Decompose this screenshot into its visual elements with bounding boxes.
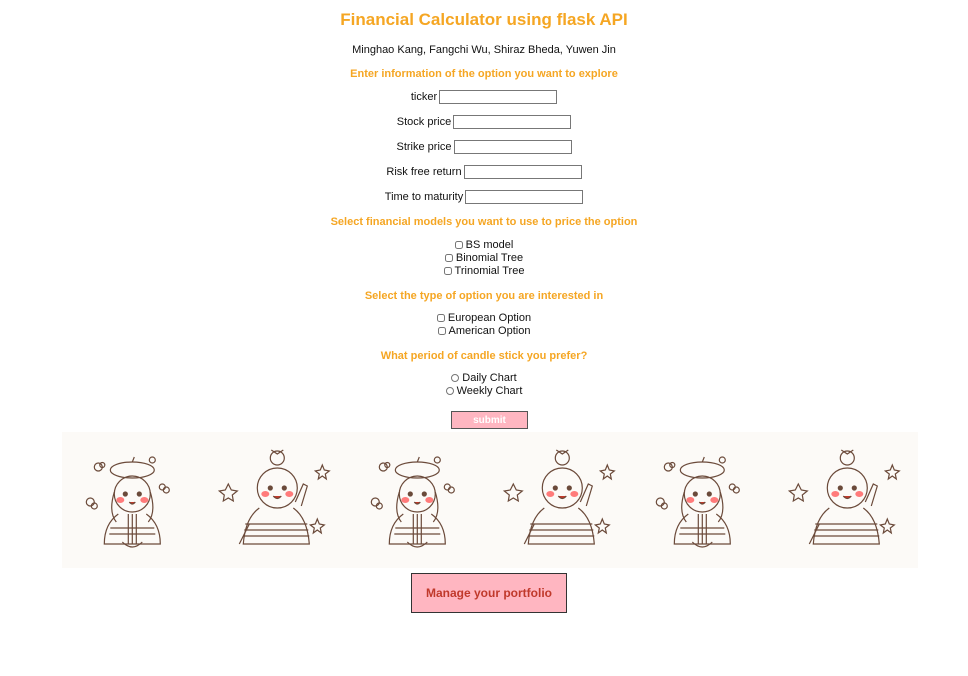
- ticker-field-row: ticker: [0, 88, 968, 106]
- ticker-label: ticker: [410, 91, 438, 104]
- daily-chart-radio[interactable]: [451, 374, 460, 383]
- binomial-tree-checkbox[interactable]: [444, 254, 453, 263]
- submit-button[interactable]: submit: [451, 411, 528, 429]
- time-to-maturity-input[interactable]: [465, 190, 584, 205]
- page-title: Financial Calculator using flask API: [340, 10, 628, 29]
- european-option-checkbox[interactable]: [436, 314, 445, 323]
- binomial-tree-label: Binomial Tree: [455, 252, 524, 264]
- strike-price-input[interactable]: [453, 140, 572, 155]
- european-option-label: European Option: [447, 312, 532, 324]
- girl-waving-illustration: [489, 432, 633, 568]
- girl-waving-illustration: [204, 432, 348, 568]
- models-checkbox-group: BS model Binomial Tree Trinomial Tree: [0, 239, 968, 278]
- girl-with-beret-illustration: [62, 432, 205, 568]
- option-type-heading: Select the type of option you are intere…: [364, 290, 604, 302]
- girl-with-beret-illustration: [632, 432, 775, 568]
- option-info-heading: Enter information of the option you want…: [350, 68, 618, 80]
- trinomial-tree-label: Trinomial Tree: [454, 265, 525, 277]
- weekly-chart-radio[interactable]: [445, 387, 454, 396]
- strike-price-field-row: Strike price: [0, 138, 968, 156]
- time-to-maturity-label: Time to maturity: [384, 191, 464, 204]
- daily-chart-label: Daily Chart: [462, 372, 517, 384]
- manage-portfolio-button[interactable]: Manage your portfolio: [411, 573, 567, 613]
- bs-model-label: BS model: [465, 239, 514, 251]
- authors-line: Minghao Kang, Fangchi Wu, Shiraz Bheda, …: [352, 44, 616, 56]
- weekly-chart-label: Weekly Chart: [456, 385, 523, 397]
- option-type-checkbox-group: European Option American Option: [0, 312, 968, 338]
- trinomial-tree-checkbox[interactable]: [443, 267, 452, 276]
- candle-period-radio-group: Daily Chart Weekly Chart: [0, 372, 968, 398]
- stock-price-label: Stock price: [396, 116, 452, 129]
- ticker-input[interactable]: [439, 90, 558, 105]
- girl-with-beret-illustration: [347, 432, 490, 568]
- bs-model-checkbox[interactable]: [454, 241, 463, 250]
- american-option-checkbox[interactable]: [437, 327, 446, 336]
- risk-free-return-label: Risk free return: [386, 166, 462, 179]
- models-heading: Select financial models you want to use …: [330, 216, 638, 228]
- strike-price-label: Strike price: [396, 141, 452, 154]
- risk-free-return-field-row: Risk free return: [0, 163, 968, 181]
- illustration-strip: [62, 432, 918, 568]
- risk-free-return-input[interactable]: [463, 165, 582, 180]
- stock-price-field-row: Stock price: [0, 113, 968, 131]
- girl-waving-illustration: [774, 432, 918, 568]
- american-option-label: American Option: [448, 325, 531, 337]
- time-to-maturity-field-row: Time to maturity: [0, 188, 968, 206]
- candle-period-heading: What period of candle stick you prefer?: [380, 350, 588, 362]
- stock-price-input[interactable]: [453, 115, 572, 130]
